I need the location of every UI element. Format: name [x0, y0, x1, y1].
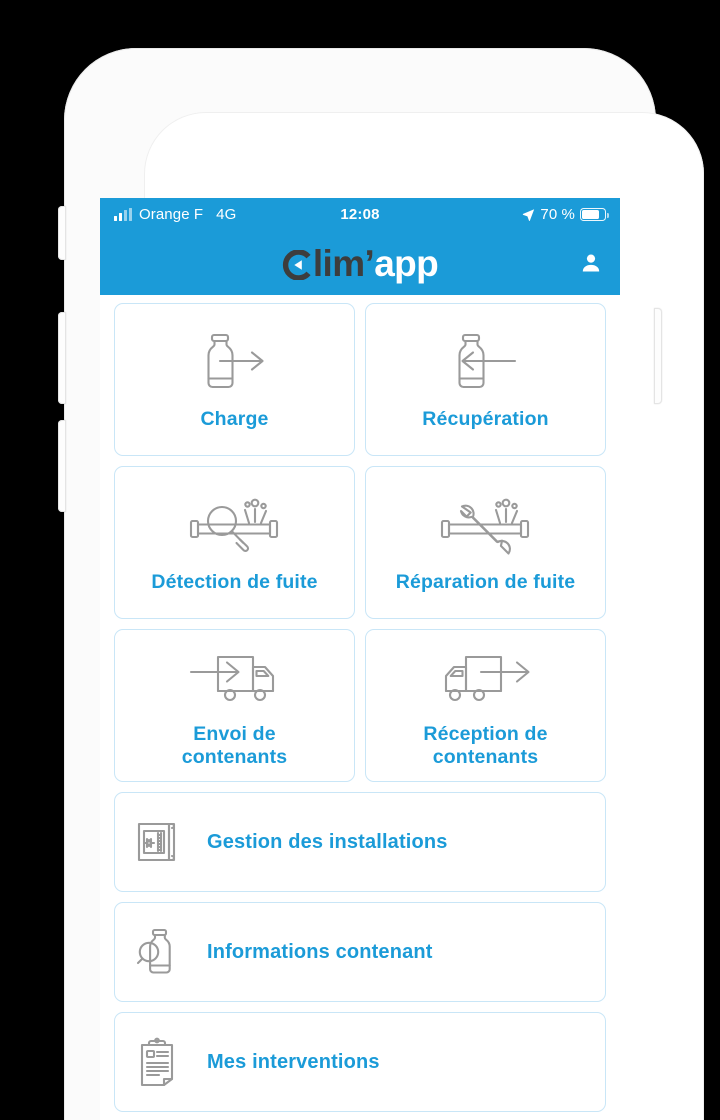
cylinder-arrow-in-icon [443, 326, 529, 404]
action-row-list: Gestion des installations Informations c… [114, 792, 606, 1112]
clock-label: 12:08 [340, 206, 380, 223]
app-logo-lim: lim [312, 242, 365, 284]
signal-bars-icon [114, 207, 132, 221]
location-arrow-icon [523, 209, 535, 221]
main-content: Charge Récupération Détection de fuite R… [100, 295, 620, 1112]
tile-reparation-de-fuite[interactable]: Réparation de fuite [365, 466, 606, 619]
pipe-wrench-leak-icon [436, 489, 536, 567]
tile-label: Charge [200, 408, 269, 430]
blueprint-installation-icon [133, 819, 183, 865]
tile-recuperation[interactable]: Récupération [365, 303, 606, 456]
tile-envoi-de-contenants[interactable]: Envoi de contenants [114, 629, 355, 782]
app-logo: lim ’ app [282, 242, 439, 284]
battery-percent-label: 70 % [540, 206, 575, 223]
tile-label: Réception de contenants [423, 722, 548, 768]
status-bar: Orange F 4G 12:08 70 % [100, 198, 620, 231]
tile-label: Envoi de contenants [181, 722, 288, 768]
tile-label: Détection de fuite [151, 571, 318, 593]
screenshot-stage: Orange F 4G 12:08 70 % lim ’ app Charge … [0, 0, 720, 1120]
carrier-label: Orange F [139, 206, 204, 223]
row-label: Gestion des installations [207, 830, 448, 853]
row-informations-contenant[interactable]: Informations contenant [114, 902, 606, 1002]
battery-icon [580, 208, 609, 221]
mute-switch[interactable] [58, 206, 66, 260]
power-button[interactable] [654, 308, 662, 404]
tile-charge[interactable]: Charge [114, 303, 355, 456]
app-header: lim ’ app [100, 231, 620, 295]
row-gestion-des-installations[interactable]: Gestion des installations [114, 792, 606, 892]
tile-label: Récupération [422, 408, 549, 430]
status-bar-right: 70 % [380, 206, 609, 223]
clipboard-report-icon [133, 1037, 183, 1087]
row-mes-interventions[interactable]: Mes interventions [114, 1012, 606, 1112]
app-logo-app: app [374, 242, 439, 284]
volume-up-button[interactable] [58, 312, 66, 404]
network-type-label: 4G [216, 206, 237, 223]
cylinder-arrow-out-icon [192, 326, 278, 404]
pipe-magnifier-leak-icon [185, 489, 285, 567]
user-profile-button[interactable] [576, 248, 606, 278]
clim-c-play-icon [282, 249, 312, 280]
tile-detection-de-fuite[interactable]: Détection de fuite [114, 466, 355, 619]
action-tile-grid: Charge Récupération Détection de fuite R… [114, 303, 606, 782]
app-logo-apostrophe: ’ [364, 242, 375, 284]
phone-screen: Orange F 4G 12:08 70 % lim ’ app Charge … [100, 198, 620, 1120]
row-label: Mes interventions [207, 1050, 380, 1073]
tile-label: Réparation de fuite [395, 571, 576, 593]
tile-reception-de-contenants[interactable]: Réception de contenants [365, 629, 606, 782]
truck-arrow-out-icon [436, 641, 536, 719]
user-profile-icon [582, 254, 600, 272]
truck-arrow-in-icon [185, 641, 285, 719]
cylinder-magnifier-icon [133, 927, 183, 977]
row-label: Informations contenant [207, 940, 433, 963]
volume-down-button[interactable] [58, 420, 66, 512]
status-bar-left: Orange F 4G [114, 206, 340, 223]
